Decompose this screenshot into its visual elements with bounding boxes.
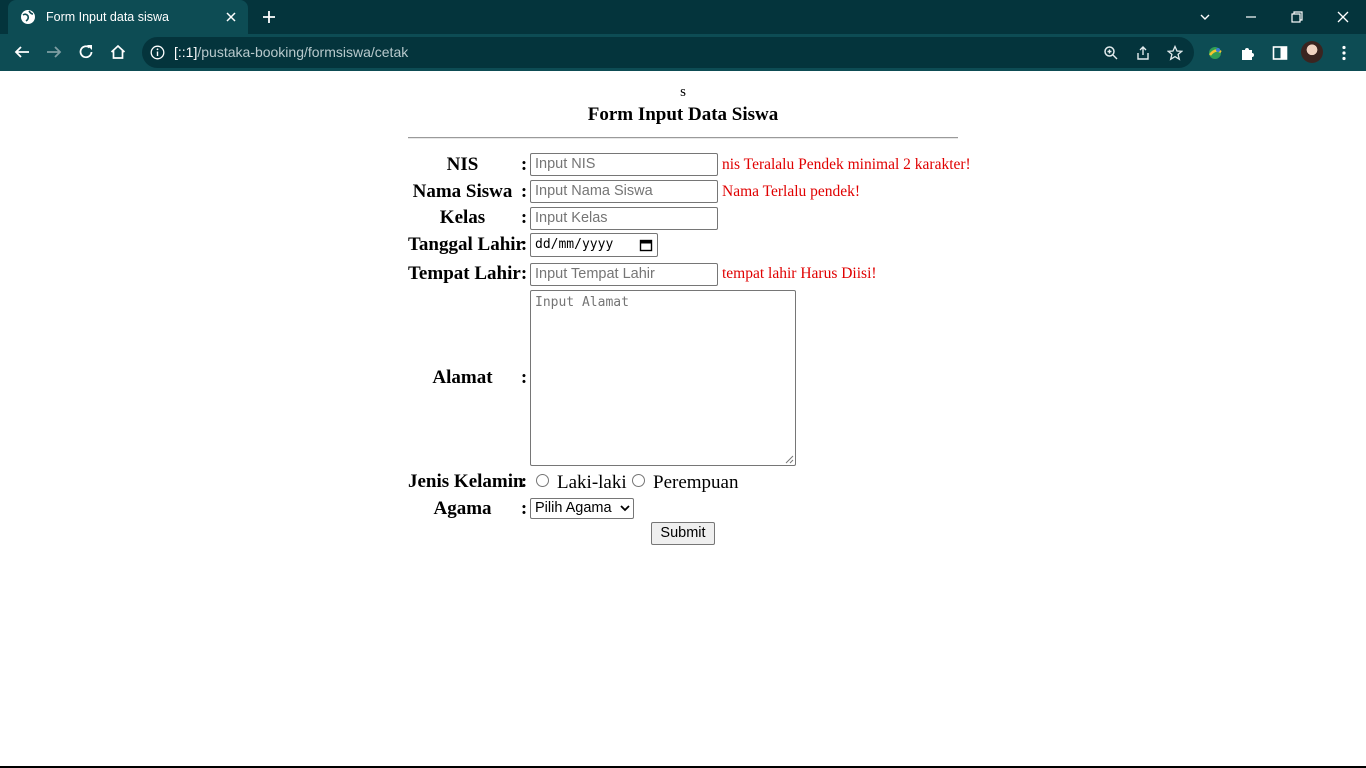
kelas-label: Kelas — [439, 207, 486, 228]
extension-icon[interactable] — [1205, 43, 1225, 63]
puzzle-icon[interactable] — [1238, 43, 1258, 63]
close-icon[interactable] — [224, 10, 238, 24]
tempat-input[interactable]: Input Tempat Lahir — [530, 263, 718, 286]
kelas-input[interactable]: Input Kelas — [530, 207, 718, 230]
browser-toolbar: [::1]/pustaka-booking/formsiswa/cetak — [0, 34, 1366, 71]
form-title: Form Input Data Siswa — [587, 104, 779, 125]
home-icon[interactable] — [108, 42, 128, 62]
chevron-down-icon[interactable] — [1195, 7, 1215, 27]
tanggal-label: Tanggal Lahir — [408, 234, 524, 255]
forward-icon[interactable] — [44, 42, 64, 62]
alamat-placeholder: Input Alamat — [535, 295, 629, 310]
kelas-colon: : — [520, 207, 528, 228]
resize-grip-icon[interactable] — [784, 454, 794, 464]
minimize-icon[interactable] — [1241, 7, 1261, 27]
submit-button[interactable]: Submit — [651, 522, 715, 545]
chevron-down-icon — [620, 504, 630, 512]
nis-colon: : — [520, 154, 528, 175]
laki-laki-label: Laki-laki — [557, 472, 627, 493]
url-text: [::1]/pustaka-booking/formsiswa/cetak — [174, 44, 408, 60]
avatar[interactable] — [1301, 41, 1323, 63]
page-content: s Form Input Data Siswa NIS : Input NIS … — [0, 71, 1366, 768]
url-path: /pustaka-booking/formsiswa/cetak — [197, 44, 409, 60]
stray-text: s — [680, 84, 686, 100]
star-icon[interactable] — [1166, 44, 1184, 62]
sidepanel-icon[interactable] — [1270, 43, 1290, 63]
alamat-colon: : — [520, 367, 528, 388]
url-host: [::1] — [174, 44, 198, 60]
radio-laki-laki[interactable] — [536, 474, 549, 487]
reload-icon[interactable] — [76, 42, 96, 62]
tanggal-input[interactable]: dd/mm/yyyy — [530, 233, 658, 257]
close-window-icon[interactable] — [1333, 7, 1353, 27]
tempat-error: tempat lahir Harus Diisi! — [722, 265, 877, 282]
agama-select[interactable]: Pilih Agama — [530, 498, 634, 519]
zoom-icon[interactable] — [1102, 44, 1120, 62]
divider — [408, 137, 958, 139]
tempat-colon: : — [520, 263, 528, 284]
alamat-label: Alamat — [432, 367, 493, 388]
nis-label: NIS — [446, 154, 479, 175]
tempat-label: Tempat Lahir — [408, 263, 521, 284]
nama-label: Nama Siswa — [412, 181, 513, 202]
agama-label: Agama — [433, 498, 492, 519]
alamat-textarea[interactable]: Input Alamat — [530, 290, 796, 466]
nama-colon: : — [520, 181, 528, 202]
browser-tab[interactable]: Form Input data siswa — [8, 0, 248, 34]
jenis-kelamin-colon: : — [520, 471, 528, 492]
address-bar[interactable]: [::1]/pustaka-booking/formsiswa/cetak — [142, 37, 1194, 68]
info-icon[interactable] — [150, 45, 165, 60]
tab-title: Form Input data siswa — [46, 10, 169, 24]
agama-selected: Pilih Agama — [535, 500, 612, 516]
menu-icon[interactable] — [1334, 43, 1354, 63]
restore-icon[interactable] — [1287, 7, 1307, 27]
browser-titlebar: Form Input data siswa — [0, 0, 1366, 34]
nis-error: nis Teralalu Pendek minimal 2 karakter! — [722, 156, 971, 173]
nama-error: Nama Terlalu pendek! — [722, 183, 861, 200]
nis-input[interactable]: Input NIS — [530, 153, 718, 176]
share-icon[interactable] — [1134, 44, 1152, 62]
tanggal-colon: : — [520, 234, 528, 255]
agama-colon: : — [520, 498, 528, 519]
plus-icon[interactable] — [260, 8, 278, 26]
back-icon[interactable] — [12, 42, 32, 62]
calendar-icon[interactable] — [639, 238, 653, 252]
globe-icon — [20, 9, 36, 25]
nama-input[interactable]: Input Nama Siswa — [530, 180, 718, 203]
tanggal-value: dd/mm/yyyy — [535, 237, 614, 252]
jenis-kelamin-label: Jenis Kelamin — [408, 471, 524, 492]
perempuan-label: Perempuan — [653, 472, 739, 493]
radio-perempuan[interactable] — [632, 474, 645, 487]
